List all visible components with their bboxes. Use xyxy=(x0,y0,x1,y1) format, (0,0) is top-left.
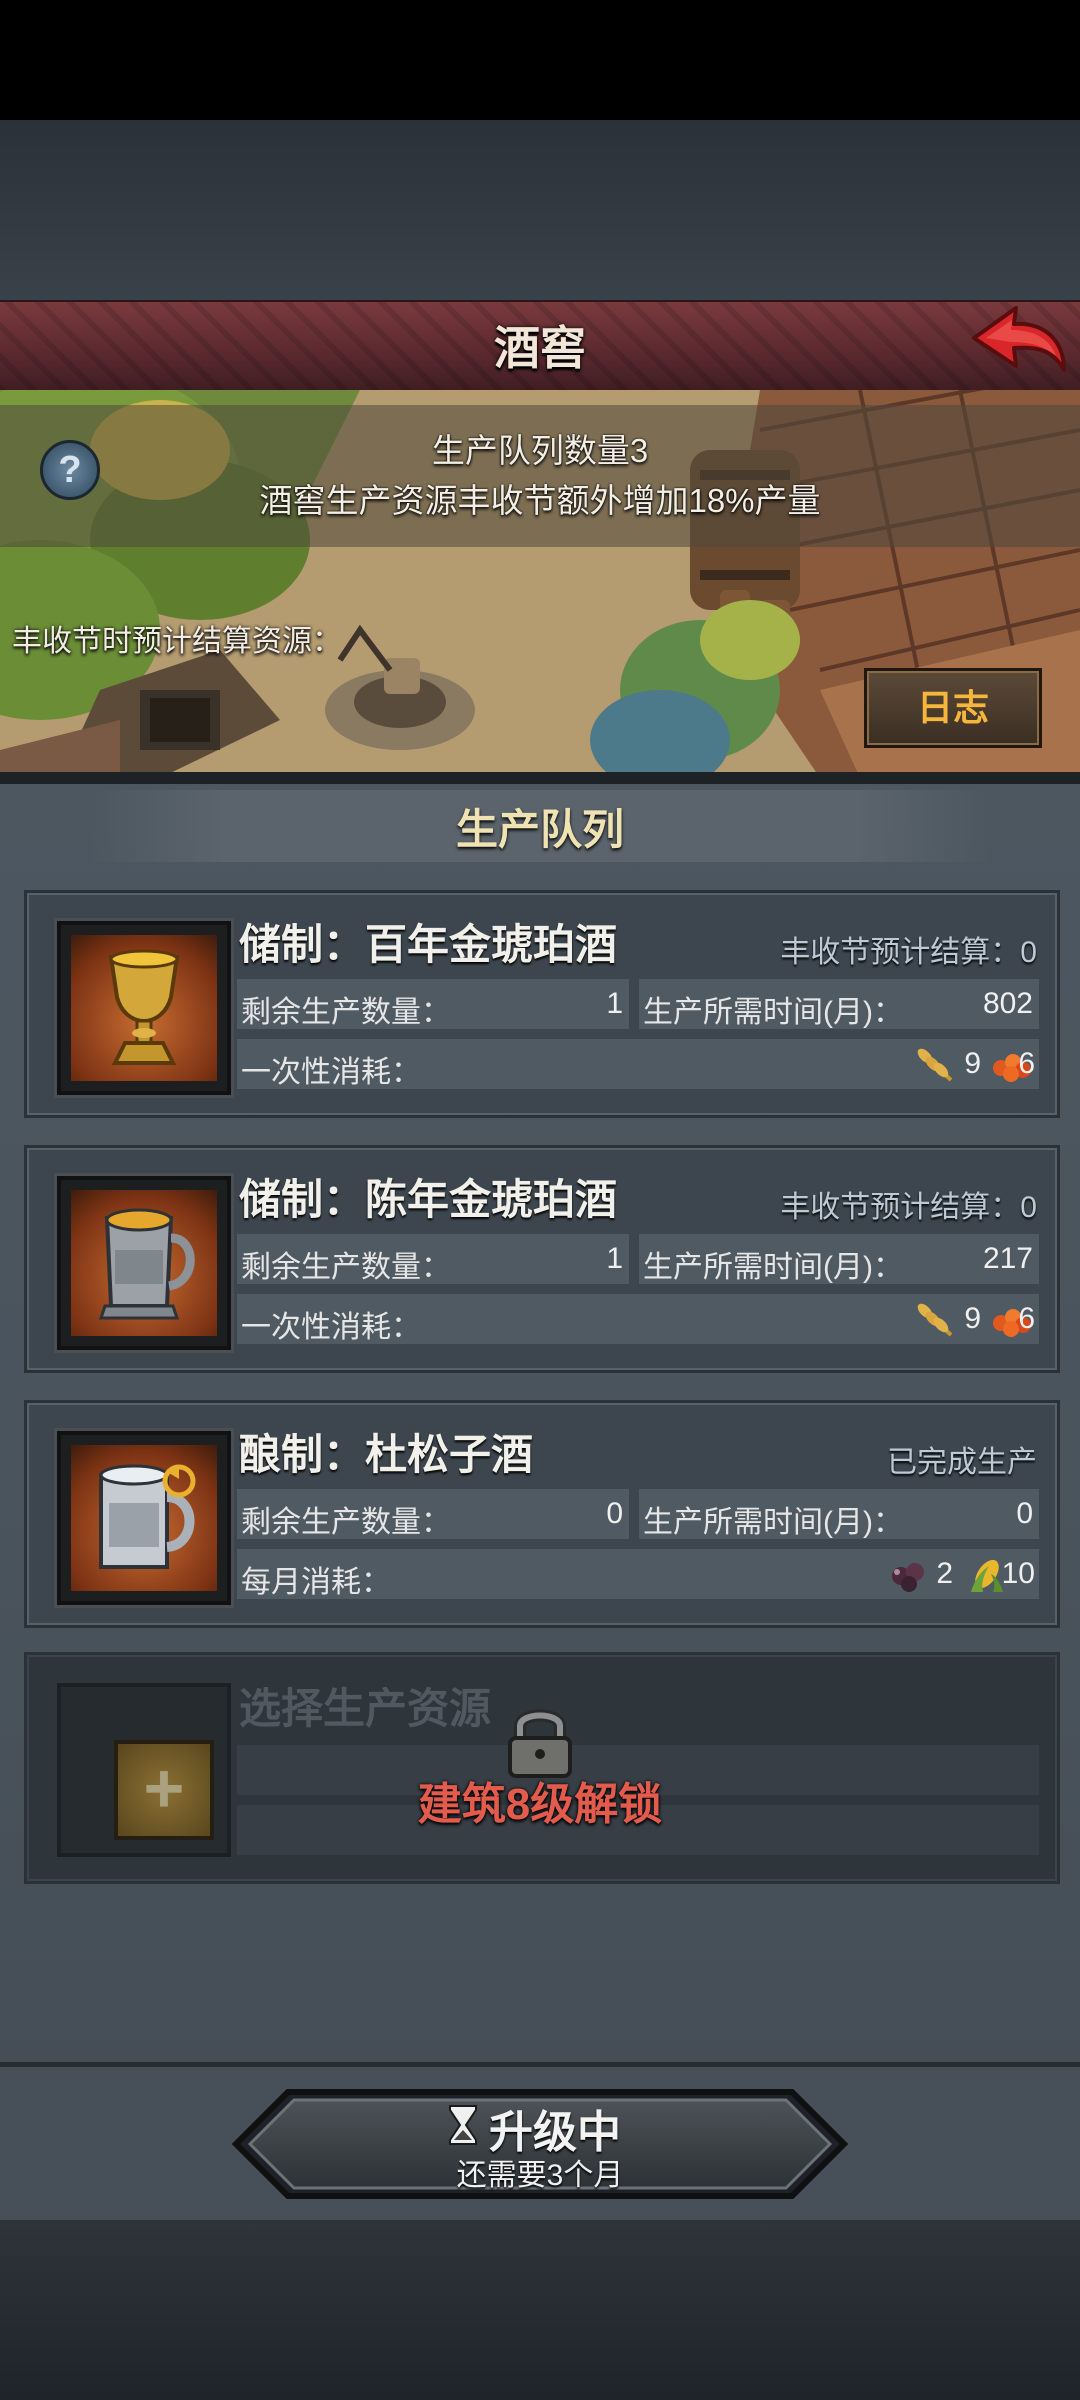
consumption-row: 每月消耗： 2 10 xyxy=(237,1549,1039,1599)
resource-1-value: 2 xyxy=(936,1557,953,1590)
back-arrow-icon[interactable] xyxy=(966,300,1072,382)
pewter-mug-icon xyxy=(99,1464,196,1569)
harvest-estimate: 丰收节预计结算：0 xyxy=(780,936,1037,969)
upgrade-remaining-time: 还需要3个月 xyxy=(456,2159,624,2192)
queue-item-card[interactable]: 储制：陈年金琥珀酒 丰收节预计结算：0 剩余生产数量： 1 生产所需时间(月)：… xyxy=(24,1145,1060,1373)
harvest-estimate: 丰收节预计结算：0 xyxy=(780,1191,1037,1224)
remaining-value: 0 xyxy=(606,1497,623,1530)
remaining-label: 剩余生产数量： xyxy=(241,1506,451,1539)
consumption-label: 一次性消耗： xyxy=(241,1056,421,1089)
background-top xyxy=(0,120,1080,300)
production-status: 已完成生产 xyxy=(887,1446,1037,1479)
background-bottom xyxy=(0,2220,1080,2400)
time-value: 0 xyxy=(1016,1497,1033,1530)
remaining-row: 剩余生产数量： 1 xyxy=(237,979,629,1029)
time-label: 生产所需时间(月)： xyxy=(643,1251,903,1284)
remaining-label: 剩余生产数量： xyxy=(241,1251,451,1284)
consumption-label: 一次性消耗： xyxy=(241,1311,421,1344)
queue-count-text: 生产队列数量3 xyxy=(431,432,649,469)
resource-1-value: 9 xyxy=(964,1302,981,1335)
wheat-icon xyxy=(917,1303,953,1337)
item-icon-frame xyxy=(57,1176,231,1350)
resource-2-value: 6 xyxy=(1018,1302,1035,1335)
remaining-row: 剩余生产数量： 0 xyxy=(237,1489,629,1539)
queue-title: 生产队列 xyxy=(455,806,624,853)
harvest-bonus-text: 酒窖生产资源丰收节额外增加18%产量 xyxy=(259,482,821,519)
remaining-value: 1 xyxy=(606,987,623,1020)
wheat-icon xyxy=(917,1048,953,1082)
time-row: 生产所需时间(月)： 802 xyxy=(639,979,1039,1029)
time-row: 生产所需时间(月)： 0 xyxy=(639,1489,1039,1539)
harvest-settlement-label: 丰收节时预计结算资源： xyxy=(12,625,342,658)
consumption-row: 一次性消耗： 9 6 xyxy=(237,1039,1039,1089)
item-icon-frame xyxy=(57,1431,231,1605)
remaining-row: 剩余生产数量： 1 xyxy=(237,1234,629,1284)
time-value: 802 xyxy=(982,987,1033,1020)
consumption-row: 一次性消耗： 9 6 xyxy=(237,1294,1039,1344)
time-row: 生产所需时间(月)： 217 xyxy=(639,1234,1039,1284)
status-bar-area xyxy=(0,0,1080,120)
resource-1-value: 9 xyxy=(964,1047,981,1080)
page-title: 酒窖 xyxy=(494,322,586,374)
resource-2-value: 10 xyxy=(1001,1557,1035,1590)
remaining-value: 1 xyxy=(606,1242,623,1275)
queue-item-card[interactable]: 储制：百年金琥珀酒 丰收节预计结算：0 剩余生产数量： 1 生产所需时间(月)：… xyxy=(24,890,1060,1118)
golden-chalice-icon xyxy=(108,949,180,1065)
log-button[interactable]: 日志 xyxy=(864,668,1042,748)
unlock-requirement-text: 建筑8级解锁 xyxy=(417,1780,663,1829)
consumption-label: 每月消耗： xyxy=(241,1566,391,1599)
grape-icon xyxy=(892,1563,924,1592)
resource-2-value: 6 xyxy=(1018,1047,1035,1080)
scene-divider xyxy=(0,772,1080,784)
queue-item-card[interactable]: 酿制：杜松子酒 已完成生产 剩余生产数量： 0 生产所需时间(月)： 0 每月消… xyxy=(24,1400,1060,1628)
time-label: 生产所需时间(月)： xyxy=(643,1506,903,1539)
time-value: 217 xyxy=(982,1242,1033,1275)
silver-tankard-icon xyxy=(98,1208,195,1320)
time-label: 生产所需时间(月)： xyxy=(643,996,903,1029)
item-name: 储制：百年金琥珀酒 xyxy=(239,921,618,968)
item-name: 储制：陈年金琥珀酒 xyxy=(239,1176,618,1223)
remaining-label: 剩余生产数量： xyxy=(241,996,451,1029)
item-name: 酿制：杜松子酒 xyxy=(239,1431,534,1478)
item-icon-frame xyxy=(57,921,231,1095)
